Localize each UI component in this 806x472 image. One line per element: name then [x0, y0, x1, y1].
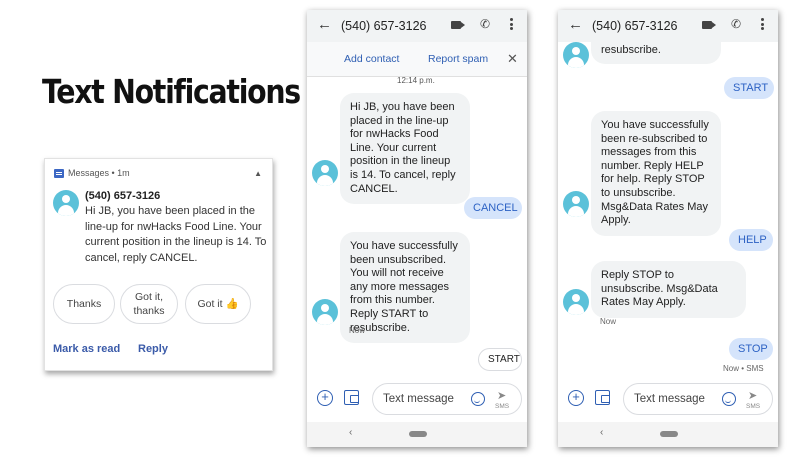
quick-reply-thanks[interactable]: Thanks — [53, 284, 115, 324]
text-message-input[interactable]: Text message ➤ SMS — [623, 383, 773, 415]
back-arrow-icon[interactable]: ← — [317, 16, 332, 33]
composer-bar: + Text message ➤ SMS — [307, 380, 527, 418]
contact-title: (540) 657-3126 — [341, 19, 427, 33]
quick-reply-got-it[interactable]: Got it 👍 — [185, 284, 251, 324]
nav-back-icon[interactable]: ‹ — [600, 427, 603, 438]
message-status: Now — [349, 326, 366, 335]
mark-as-read-button[interactable]: Mark as read — [53, 343, 120, 355]
add-contact-link[interactable]: Add contact — [344, 53, 399, 65]
nav-home-pill[interactable] — [660, 431, 678, 437]
phone-conversation-2: ← (540) 657-3126 ✆ resubscribe. START Yo… — [558, 10, 778, 447]
sender-avatar — [563, 289, 589, 315]
nav-home-pill[interactable] — [409, 431, 427, 437]
add-attachment-icon[interactable]: + — [317, 390, 333, 406]
contact-action-bar: Add contact Report spam ✕ — [307, 42, 527, 77]
text-message-placeholder: Text message — [634, 393, 705, 405]
incoming-message: Hi JB, you have been placed in the line-… — [340, 93, 470, 205]
incoming-message: Reply STOP to unsubscribe. Msg&Data Rate… — [591, 261, 746, 318]
sender-avatar — [563, 191, 589, 217]
reply-button[interactable]: Reply — [138, 343, 168, 355]
report-spam-link[interactable]: Report spam — [428, 53, 488, 65]
emoji-icon[interactable] — [722, 392, 736, 406]
text-message-input[interactable]: Text message ➤ SMS — [372, 383, 522, 415]
sms-label: SMS — [495, 403, 510, 410]
outgoing-message: CANCEL — [464, 197, 522, 219]
sms-label: SMS — [746, 403, 761, 410]
notification-sender: (540) 657-3126 — [85, 190, 161, 202]
gallery-icon[interactable] — [344, 390, 359, 405]
message-notification[interactable]: Messages • 1m ▲ (540) 657-3126 Hi JB, yo… — [44, 158, 273, 371]
add-attachment-icon[interactable]: + — [568, 390, 584, 406]
more-options-icon[interactable] — [761, 18, 764, 30]
app-bar: ← (540) 657-3126 ✆ — [307, 10, 527, 42]
outgoing-message: HELP — [729, 229, 773, 251]
send-icon[interactable]: ➤ — [497, 389, 506, 402]
sender-avatar — [563, 42, 589, 68]
system-nav-bar: ‹ — [307, 422, 527, 447]
phone-conversation-1: ← (540) 657-3126 ✆ Add contact Report sp… — [307, 10, 527, 447]
sender-avatar — [53, 190, 79, 216]
more-options-icon[interactable] — [510, 18, 513, 30]
message-status: Now — [600, 317, 617, 326]
phone-call-icon[interactable]: ✆ — [480, 17, 490, 31]
send-icon[interactable]: ➤ — [748, 389, 757, 402]
contact-title: (540) 657-3126 — [592, 19, 678, 33]
gallery-icon[interactable] — [595, 390, 610, 405]
incoming-message: You have successfully been re-subscribed… — [591, 111, 721, 236]
notification-app-time: Messages • 1m — [68, 168, 130, 178]
outgoing-message: STOP — [729, 338, 773, 360]
notification-body: Hi JB, you have been placed in the line-… — [85, 205, 267, 264]
outgoing-message: START — [724, 77, 774, 99]
quick-reply-got-it-thanks[interactable]: Got it, thanks — [120, 284, 178, 324]
message-status: Now • SMS — [723, 364, 764, 373]
emoji-icon[interactable] — [471, 392, 485, 406]
sender-avatar — [312, 299, 338, 325]
composer-bar: + Text message ➤ SMS — [558, 380, 778, 418]
close-icon[interactable]: ✕ — [507, 51, 518, 67]
incoming-message-partial: resubscribe. — [591, 38, 721, 64]
slide-title: Text Notifications — [42, 72, 301, 111]
video-call-icon[interactable] — [702, 21, 716, 29]
sender-avatar — [312, 160, 338, 186]
nav-back-icon[interactable]: ‹ — [349, 427, 352, 438]
phone-call-icon[interactable]: ✆ — [731, 17, 741, 31]
system-nav-bar: ‹ — [558, 422, 778, 447]
video-call-icon[interactable] — [451, 21, 465, 29]
text-message-placeholder: Text message — [383, 393, 454, 405]
chevron-up-icon[interactable]: ▲ — [254, 169, 262, 178]
outgoing-message: START — [478, 348, 522, 371]
message-timestamp: 12:14 p.m. — [397, 76, 435, 85]
back-arrow-icon[interactable]: ← — [568, 16, 583, 33]
messages-app-icon — [54, 168, 64, 178]
notification-header: Messages • 1m — [54, 168, 130, 178]
